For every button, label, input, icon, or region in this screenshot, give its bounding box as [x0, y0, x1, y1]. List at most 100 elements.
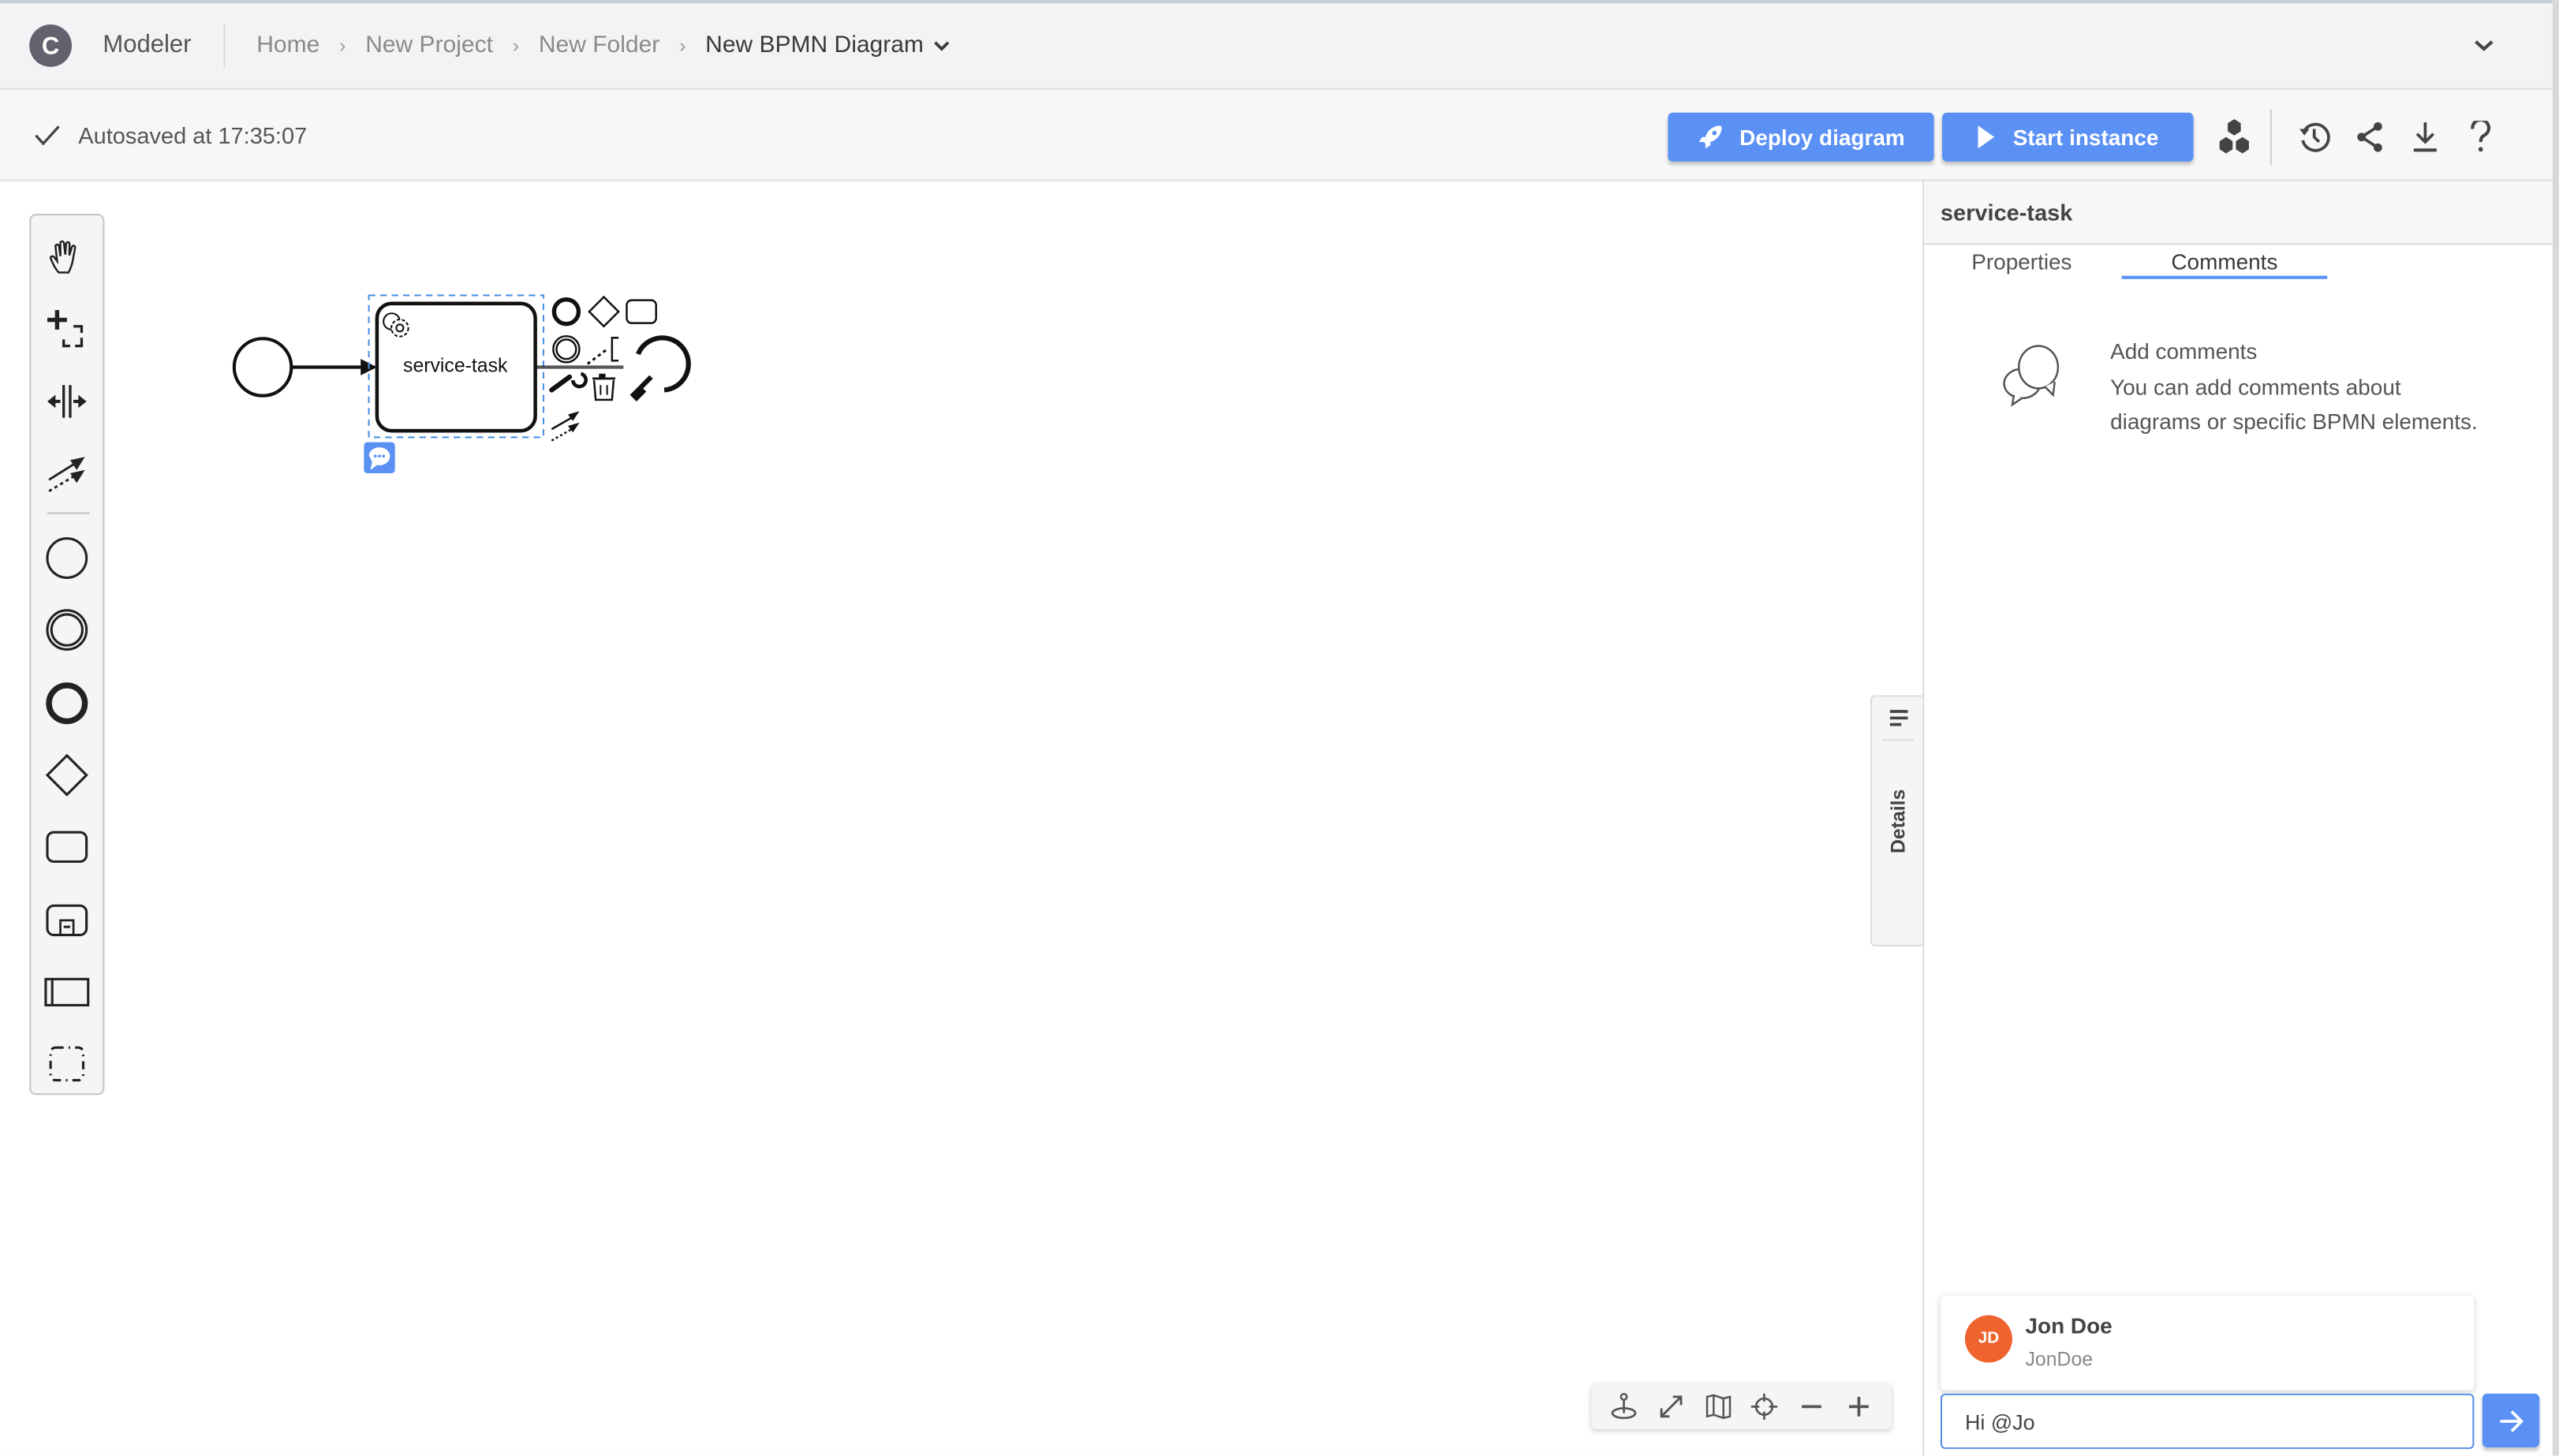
breadcrumb-separator-icon: ›: [679, 34, 686, 58]
deploy-label: Deploy diagram: [1739, 125, 1905, 150]
download-button[interactable]: [2402, 114, 2448, 160]
breadcrumb: Home › New Project › New Folder › New BP…: [256, 32, 950, 58]
create-subprocess[interactable]: [31, 891, 103, 950]
speech-bubbles-icon: [2003, 345, 2060, 407]
share-button[interactable]: [2347, 114, 2393, 160]
menu-lines-icon: [1889, 710, 1908, 726]
bpmn-canvas[interactable]: service-task Details: [0, 181, 1923, 1456]
crosshair-icon: [1751, 1393, 1778, 1420]
append-task-icon[interactable]: [626, 299, 657, 324]
plus-icon: [1848, 1396, 1869, 1417]
cluster-button[interactable]: [2211, 114, 2257, 160]
chevron-down-icon[interactable]: [2474, 39, 2494, 53]
action-bar: Autosaved at 17:35:07 Deploy diagram Sta…: [0, 89, 2553, 181]
create-pool[interactable]: [31, 963, 103, 1021]
create-group[interactable]: [31, 1035, 103, 1093]
paint-brush-icon[interactable]: [629, 375, 653, 401]
camunda-logo[interactable]: C: [29, 24, 73, 67]
start-event-icon: [46, 537, 88, 579]
mention-username: JonDoe: [2025, 1347, 2094, 1371]
deploy-diagram-button[interactable]: Deploy diagram: [1668, 112, 1934, 162]
minimap-button[interactable]: [1700, 1389, 1736, 1425]
empty-line-2: diagrams or specific BPMN elements.: [2110, 409, 2478, 435]
comments-empty-state: Add comments You can add comments about …: [1999, 338, 2478, 439]
map-icon: [1705, 1394, 1731, 1420]
mention-name: Jon Doe: [2025, 1313, 2113, 1338]
tab-comments[interactable]: Comments: [2121, 250, 2328, 279]
play-icon: [1978, 125, 1995, 149]
breadcrumb-separator-icon: ›: [339, 34, 346, 58]
empty-line-1: You can add comments about: [2110, 374, 2401, 399]
breadcrumb-diagram[interactable]: New BPMN Diagram: [705, 32, 924, 58]
panel-title: service-task: [1924, 181, 2553, 245]
cluster-icon: [2219, 119, 2249, 154]
drilldown-button[interactable]: [1606, 1389, 1642, 1425]
history-icon: [2299, 122, 2330, 152]
create-end-event[interactable]: [31, 674, 103, 732]
wrench-icon[interactable]: [549, 371, 588, 393]
share-icon: [2357, 121, 2382, 152]
modeler-app: C Modeler Home › New Project › New Folde…: [0, 0, 2559, 1456]
properties-panel: service-task Properties Comments Add com…: [1922, 181, 2553, 1456]
top-bar: C Modeler Home › New Project › New Folde…: [0, 0, 2553, 90]
toolbar-divider: [2269, 109, 2272, 165]
create-gateway[interactable]: [31, 745, 103, 804]
group-icon: [49, 1046, 85, 1082]
trash-icon[interactable]: [592, 373, 615, 401]
minus-icon: [1801, 1405, 1821, 1409]
intermediate-event-icon: [46, 609, 88, 651]
end-event-icon: [46, 682, 88, 725]
append-text-annotation-icon[interactable]: [586, 337, 619, 365]
help-icon: [2471, 121, 2491, 152]
start-event[interactable]: [232, 337, 293, 398]
reset-view-button[interactable]: [1746, 1389, 1783, 1425]
create-intermediate-event[interactable]: [31, 600, 103, 659]
avatar: JD: [1964, 1315, 2012, 1363]
zoom-in-button[interactable]: [1840, 1389, 1877, 1425]
start-instance-button[interactable]: Start instance: [1941, 112, 2194, 162]
subprocess-icon: [46, 904, 88, 937]
zoom-out-button[interactable]: [1794, 1389, 1830, 1425]
comment-badge[interactable]: [364, 442, 395, 473]
tab-properties[interactable]: Properties: [1971, 250, 2071, 274]
breadcrumb-separator-icon: ›: [512, 34, 520, 58]
send-comment-button[interactable]: [2482, 1393, 2540, 1448]
expand-icon: [1660, 1395, 1683, 1418]
connect-arrows-icon[interactable]: [551, 411, 580, 442]
comment-input[interactable]: [1940, 1393, 2475, 1450]
breadcrumb-folder[interactable]: New Folder: [539, 32, 659, 58]
rocket-icon: [1698, 125, 1722, 149]
palette-divider: [47, 512, 90, 514]
panel-tabs: Properties Comments: [1924, 245, 2553, 281]
canvas-zoom-controls: [1591, 1383, 1892, 1430]
app-name[interactable]: Modeler: [103, 24, 226, 67]
details-side-tab[interactable]: Details: [1870, 695, 1923, 946]
pool-icon: [44, 977, 90, 1006]
mention-suggestion[interactable]: JD Jon Doe JonDoe: [1940, 1295, 2475, 1391]
drilldown-icon: [1612, 1393, 1638, 1420]
empty-title: Add comments: [2110, 339, 2258, 364]
chevron-down-icon[interactable]: [933, 39, 950, 53]
empty-state-text: Add comments You can add comments about …: [2110, 334, 2478, 439]
download-icon: [2413, 122, 2437, 152]
bpmn-diagram: service-task: [232, 294, 691, 473]
check-icon: [35, 125, 60, 145]
autosave-text: Autosaved at 17:35:07: [78, 121, 308, 148]
breadcrumb-project[interactable]: New Project: [365, 32, 493, 58]
start-label: Start instance: [2012, 125, 2159, 150]
history-button[interactable]: [2292, 114, 2337, 160]
toolbar-actions: Deploy diagram Start instance: [1668, 109, 2504, 165]
help-button[interactable]: [2458, 114, 2504, 160]
create-task[interactable]: [31, 818, 103, 876]
logo-letter: C: [41, 32, 60, 60]
fit-viewport-button[interactable]: [1653, 1389, 1690, 1425]
side-tab-divider: [1881, 739, 1915, 741]
autosave-status: Autosaved at 17:35:07: [32, 121, 307, 147]
breadcrumb-home[interactable]: Home: [256, 32, 319, 58]
arrow-right-icon: [2499, 1409, 2524, 1432]
create-start-event[interactable]: [31, 528, 103, 587]
append-gateway-icon[interactable]: [588, 295, 620, 328]
task-icon: [46, 831, 88, 863]
service-task-label: service-task: [403, 356, 508, 377]
append-end-event-icon[interactable]: [551, 297, 581, 327]
